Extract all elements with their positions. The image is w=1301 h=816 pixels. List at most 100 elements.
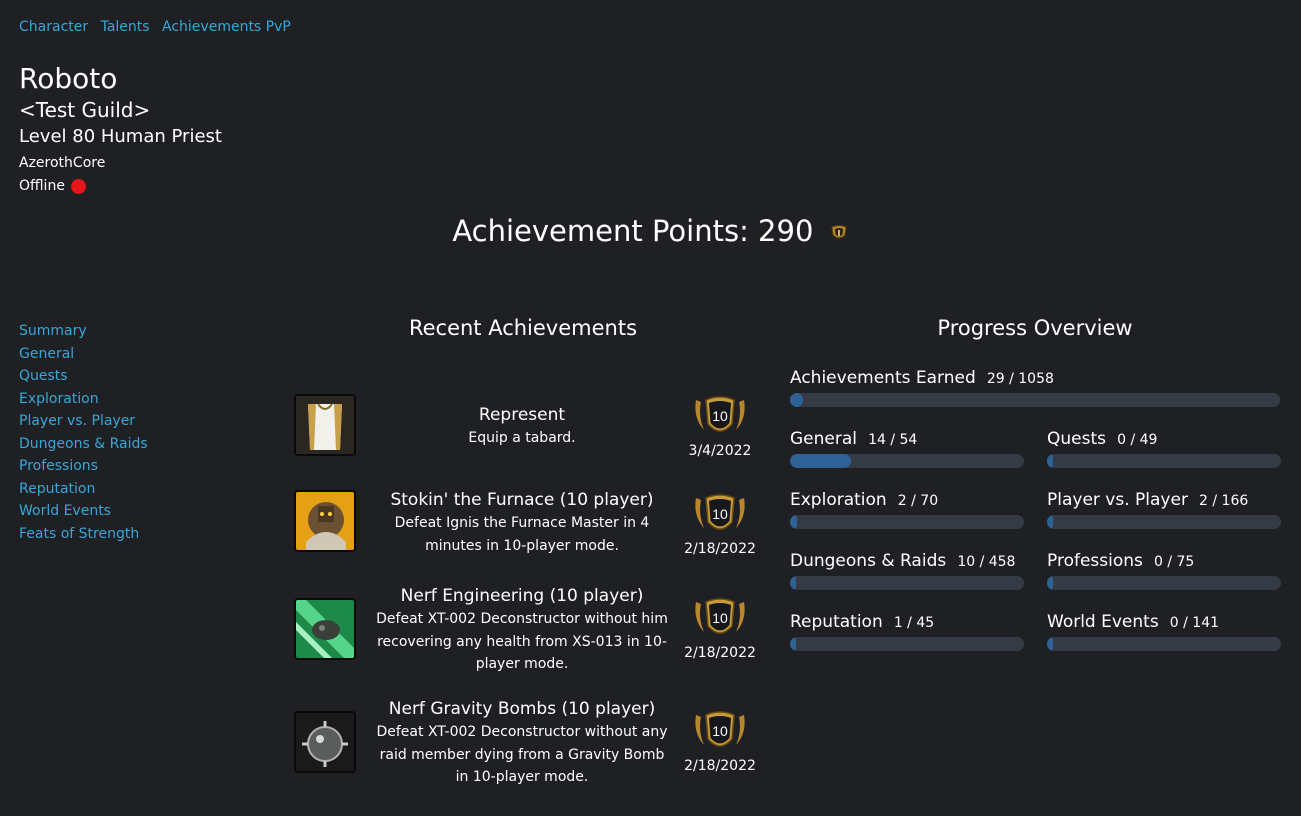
sidebar-item-dungeons-raids[interactable]: Dungeons & Raids <box>19 433 148 456</box>
achievement-text: Represent Equip a tabard. <box>372 403 672 450</box>
points-value: 10 <box>712 723 728 739</box>
achievement-points-label: Achievement Points: 290 <box>452 214 814 248</box>
progress-general: General 14 / 54 <box>790 428 1024 468</box>
achievement-badge: 10 2/18/2022 <box>684 492 756 558</box>
achievement-description: Defeat XT-002 Deconstructor without any … <box>376 724 668 785</box>
sidebar-item-feats-of-strength[interactable]: Feats of Strength <box>19 523 148 546</box>
engineering-icon <box>294 598 356 660</box>
progress-player-vs-player: Player vs. Player 2 / 166 <box>1047 489 1281 529</box>
progress-bar <box>790 637 1024 651</box>
progress-overview: Progress Overview Achievements Earned 29… <box>790 316 1281 651</box>
achievement-title: Represent <box>478 405 566 425</box>
gravity-bomb-icon <box>294 711 356 773</box>
progress-label: Exploration <box>790 490 887 510</box>
sidebar-item-exploration[interactable]: Exploration <box>19 388 148 411</box>
achievement-item: Stokin' the Furnace (10 player) Defeat I… <box>290 490 760 590</box>
progress-count: 0 / 49 <box>1117 432 1158 448</box>
progress-label: Player vs. Player <box>1047 490 1188 510</box>
character-name: Roboto <box>19 62 118 95</box>
sidebar-item-reputation[interactable]: Reputation <box>19 478 148 501</box>
progress-count: 29 / 1058 <box>986 371 1054 387</box>
achievement-description: Equip a tabard. <box>468 430 576 446</box>
progress-bar <box>790 393 1280 407</box>
progress-bar <box>790 515 1024 529</box>
achievement-points: Achievement Points: 290 <box>0 214 1301 250</box>
achievement-description: Defeat Ignis the Furnace Master in 4 min… <box>394 515 650 554</box>
points-shield-icon: 10 <box>695 598 745 634</box>
achievement-title: Nerf Gravity Bombs (10 player) <box>388 699 656 719</box>
achievement-date: 2/18/2022 <box>684 541 756 557</box>
achievement-date: 2/18/2022 <box>684 758 756 774</box>
progress-overview-title: Progress Overview <box>937 316 1133 340</box>
guild-name: <Test Guild> <box>19 98 151 122</box>
progress-quests: Quests 0 / 49 <box>1047 428 1281 468</box>
character-header: Roboto <Test Guild> Level 80 Human Pries… <box>19 62 222 198</box>
progress-bar <box>790 454 1024 468</box>
tabard-icon <box>294 394 356 456</box>
points-shield-icon: 10 <box>695 396 745 432</box>
ignis-icon <box>294 490 356 552</box>
progress-count: 0 / 75 <box>1153 554 1195 570</box>
progress-label: General <box>790 429 857 449</box>
progress-fill <box>790 576 796 590</box>
achievement-badge: 10 3/4/2022 <box>684 394 756 460</box>
progress-count: 10 / 458 <box>957 554 1016 570</box>
progress-fill <box>1047 637 1053 651</box>
achievement-item: Represent Equip a tabard. 10 3/4/2022 <box>290 394 760 494</box>
category-sidebar: Summary General Quests Exploration Playe… <box>19 320 148 545</box>
progress-fill <box>790 454 851 468</box>
achievement-text: Nerf Engineering (10 player) Defeat XT-0… <box>372 584 672 676</box>
progress-fill <box>1047 454 1053 468</box>
progress-label: Reputation <box>790 612 883 632</box>
achievement-text: Stokin' the Furnace (10 player) Defeat I… <box>372 488 672 557</box>
sidebar-item-summary[interactable]: Summary <box>19 320 148 343</box>
achievement-title: Nerf Engineering (10 player) <box>400 586 644 606</box>
online-status: Offline <box>19 174 222 198</box>
nav-talents[interactable]: Talents <box>101 19 150 35</box>
sidebar-item-quests[interactable]: Quests <box>19 365 148 388</box>
progress-label: Dungeons & Raids <box>790 551 947 571</box>
progress-bar <box>1047 576 1281 590</box>
points-shield-icon: 10 <box>695 494 745 530</box>
progress-count: 2 / 166 <box>1199 493 1249 509</box>
points-value: 10 <box>712 610 728 626</box>
progress-professions: Professions 0 / 75 <box>1047 550 1281 590</box>
progress-fill <box>790 637 796 651</box>
progress-bar <box>790 576 1024 590</box>
progress-exploration: Exploration 2 / 70 <box>790 489 1024 529</box>
progress-fill <box>1047 515 1053 529</box>
progress-label: Professions <box>1047 551 1143 571</box>
achievement-date: 3/4/2022 <box>688 443 752 459</box>
achievement-badge: 10 2/18/2022 <box>684 596 756 662</box>
sidebar-item-world-events[interactable]: World Events <box>19 500 148 523</box>
progress-bar <box>1047 515 1281 529</box>
progress-count: 1 / 45 <box>893 615 935 631</box>
achievement-title: Stokin' the Furnace (10 player) <box>390 490 654 510</box>
sidebar-item-player-vs-player[interactable]: Player vs. Player <box>19 410 148 433</box>
achievement-item: Nerf Gravity Bombs (10 player) Defeat XT… <box>290 697 760 797</box>
achievement-item: Nerf Engineering (10 player) Defeat XT-0… <box>290 584 760 684</box>
points-value: 10 <box>712 506 728 522</box>
level-race-class: Level 80 Human Priest <box>19 126 222 147</box>
top-navigation: Character Talents Achievements PvP <box>19 19 299 35</box>
progress-count: 2 / 70 <box>897 493 939 509</box>
status-label: Offline <box>19 178 65 194</box>
progress-world-events: World Events 0 / 141 <box>1047 611 1281 651</box>
sidebar-item-general[interactable]: General <box>19 343 148 366</box>
progress-dungeons-raids: Dungeons & Raids 10 / 458 <box>790 550 1024 590</box>
progress-fill <box>790 515 797 529</box>
achievement-badge: 10 2/18/2022 <box>684 709 756 775</box>
achievement-date: 2/18/2022 <box>684 645 756 661</box>
achievement-shield-icon <box>829 216 849 250</box>
progress-label: World Events <box>1047 612 1159 632</box>
sidebar-item-professions[interactable]: Professions <box>19 455 148 478</box>
nav-character[interactable]: Character <box>19 19 88 35</box>
status-dot-icon <box>70 178 86 194</box>
achievement-description: Defeat XT-002 Deconstructor without him … <box>376 611 668 672</box>
progress-fill <box>1047 576 1053 590</box>
nav-achievements-pvp[interactable]: Achievements PvP <box>162 19 291 35</box>
progress-label: Achievements Earned <box>790 368 976 388</box>
progress-label: Quests <box>1047 429 1106 449</box>
recent-achievements: Recent Achievements Represent Equip a ta… <box>290 316 760 785</box>
points-value: 10 <box>712 408 728 424</box>
